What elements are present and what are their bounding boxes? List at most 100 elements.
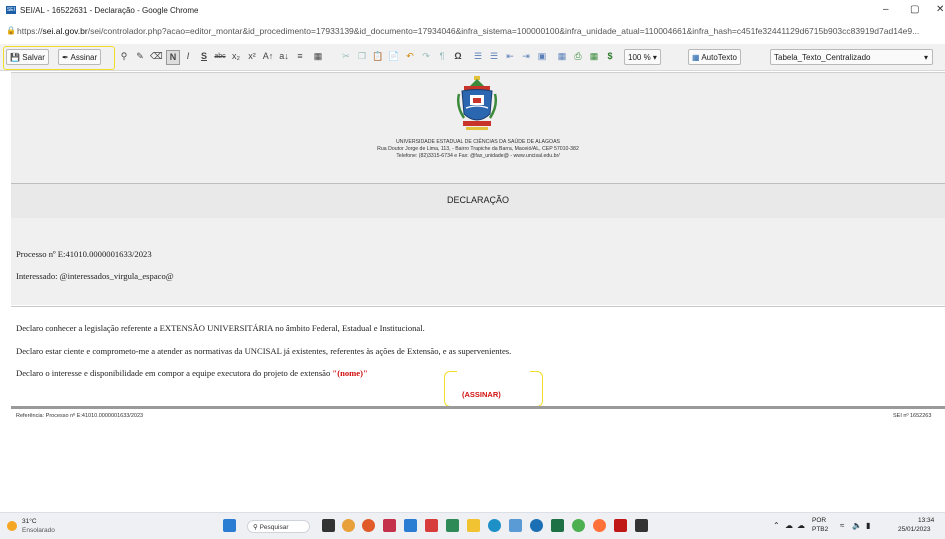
font-size-down-icon[interactable]: a↓ xyxy=(278,50,290,63)
autotext-button[interactable]: ▦ AutoTexto xyxy=(688,49,741,65)
italic-button[interactable]: I xyxy=(182,50,194,63)
toolbar-highlight xyxy=(3,46,115,70)
state-crest-icon xyxy=(456,76,498,130)
chrome-badge-icon[interactable] xyxy=(572,519,585,532)
body-line-2[interactable]: Declaro estar ciente e comprometo-me a a… xyxy=(16,346,511,356)
autotext-label: AutoTexto xyxy=(701,53,737,62)
firefox-icon[interactable] xyxy=(593,519,606,532)
outlook-icon[interactable] xyxy=(404,519,417,532)
color-icon[interactable]: ▦ xyxy=(312,50,324,63)
language-indicator[interactable]: POR xyxy=(812,517,826,524)
url-path: /sei/controlador.php?acao=editor_montar&… xyxy=(87,26,920,36)
process-number[interactable]: Processo nº E:41010.0000001633/2023 xyxy=(16,249,152,259)
image-icon[interactable]: ▣ xyxy=(536,50,548,63)
paste-icon[interactable]: 📋 xyxy=(372,50,384,63)
superscript-button[interactable]: x² xyxy=(246,50,258,63)
search-label: Pesquisar xyxy=(259,524,289,531)
body-line-3-text: Declaro o interesse e disponibilidade em… xyxy=(16,368,333,378)
app-icon[interactable] xyxy=(362,519,375,532)
address-bar[interactable]: 🔒 https://sei.al.gov.br/sei/controlador.… xyxy=(0,22,945,40)
paragraph-icon[interactable]: ¶ xyxy=(436,50,448,63)
teams-icon[interactable] xyxy=(509,519,522,532)
eraser-icon[interactable]: ⌫ xyxy=(150,50,163,63)
style-caret-icon: ▾ xyxy=(923,53,928,62)
style-value: Tabela_Texto_Centralizado xyxy=(774,53,871,62)
undo-icon[interactable]: ↶ xyxy=(404,50,416,63)
sei-favicon-icon: SEI xyxy=(6,6,16,14)
outdent-icon[interactable]: ⇤ xyxy=(504,50,516,63)
minimize-button[interactable]: – xyxy=(883,4,889,15)
restore-button[interactable]: ▢ xyxy=(910,4,919,15)
sign-placeholder[interactable]: (ASSINAR) xyxy=(462,390,501,399)
windows-start-icon[interactable] xyxy=(223,519,236,532)
body-line-1[interactable]: Declaro conhecer a legislação referente … xyxy=(16,323,425,333)
clock-time[interactable]: 13:34 xyxy=(918,517,934,524)
institution-phone: Telefone: (82)3315-6734 e Fax: @fax_unid… xyxy=(396,153,560,159)
indent-icon[interactable]: ⇥ xyxy=(520,50,532,63)
taskbar-search[interactable]: ⚲ Pesquisar xyxy=(247,520,310,533)
photos-icon[interactable] xyxy=(530,519,543,532)
numbered-list-icon[interactable]: ☰ xyxy=(472,50,484,63)
sign-bracket-right xyxy=(530,371,543,407)
autotext-icon: ▦ xyxy=(692,53,700,62)
bullet-list-icon[interactable]: ☰ xyxy=(488,50,500,63)
lock-icon[interactable]: 🔒 xyxy=(6,26,16,35)
underline-button[interactable]: S xyxy=(198,50,210,63)
font-size-up-icon[interactable]: A↑ xyxy=(262,50,274,63)
redo-icon[interactable]: ↷ xyxy=(420,50,432,63)
name-placeholder: (nome) xyxy=(337,368,363,378)
subscript-button[interactable]: x₂ xyxy=(230,50,242,63)
paste-text-icon[interactable]: 📄 xyxy=(388,50,400,63)
spellcheck-icon[interactable]: ▦ xyxy=(588,50,600,63)
cloud-icon[interactable]: ☁ xyxy=(785,521,793,530)
process-info-area[interactable] xyxy=(11,218,945,305)
weather-condition[interactable]: Ensolarado xyxy=(22,527,55,534)
table-icon[interactable]: ▦ xyxy=(556,50,568,63)
wifi-icon[interactable]: ≈ xyxy=(840,521,844,530)
dollar-icon[interactable]: $ xyxy=(604,50,616,63)
footer-reference: Referência: Processo nº E:41010.00000016… xyxy=(16,413,144,419)
excel-icon[interactable] xyxy=(551,519,564,532)
cut-icon[interactable]: ✂ xyxy=(340,50,352,63)
chrome-icon[interactable] xyxy=(342,519,355,532)
bold-button[interactable]: N xyxy=(166,50,180,65)
window-titlebar: SEI SEI/AL - 16522631 - Declaração - Goo… xyxy=(0,0,945,22)
weather-sun-icon[interactable] xyxy=(7,521,17,531)
folder-icon[interactable] xyxy=(467,519,480,532)
style-select[interactable]: Tabela_Texto_Centralizado ▾ xyxy=(770,49,933,65)
app-dark-icon[interactable] xyxy=(635,519,648,532)
volume-icon[interactable]: 🔈 xyxy=(852,521,862,530)
print-icon[interactable]: ⎙ xyxy=(572,50,584,63)
edge-icon[interactable] xyxy=(488,519,501,532)
zoom-select[interactable]: 100 % ▾ xyxy=(624,49,661,65)
battery-icon[interactable]: ▮ xyxy=(866,521,870,530)
align-icon[interactable]: ≡ xyxy=(294,50,306,63)
footer-divider xyxy=(11,406,945,409)
format-painter-icon[interactable]: ✎ xyxy=(134,50,146,63)
strike-button[interactable]: abc xyxy=(214,50,226,63)
chevron-up-icon[interactable]: ⌃ xyxy=(773,521,780,530)
interested-party[interactable]: Interessado: @interessados_virgula_espac… xyxy=(16,271,174,281)
zoom-value: 100 % xyxy=(628,53,651,62)
mail-icon[interactable] xyxy=(425,519,438,532)
special-char-button[interactable]: Ω xyxy=(452,50,464,63)
body-line-3[interactable]: Declaro o interesse e disponibilidade em… xyxy=(16,368,368,378)
chevron-down-icon: ▾ xyxy=(652,53,657,62)
keyboard-layout[interactable]: PTB2 xyxy=(812,526,828,533)
files-icon[interactable] xyxy=(446,519,459,532)
task-view-icon[interactable] xyxy=(322,519,335,532)
editor-toolbar: 💾 Salvar ✒ Assinar ⚲ ✎ ⌫ N I S abc x₂ x²… xyxy=(0,44,945,71)
url-host: sei.al.gov.br xyxy=(42,26,88,36)
footer-sei-number: SEI nº 1652263 xyxy=(893,413,932,419)
url-text[interactable]: https://sei.al.gov.br/sei/controlador.ph… xyxy=(17,26,919,36)
url-prefix: https:// xyxy=(17,26,43,36)
find-icon[interactable]: ⚲ xyxy=(118,50,130,63)
clock-date[interactable]: 25/01/2023 xyxy=(898,526,931,533)
powerpoint-icon[interactable] xyxy=(383,519,396,532)
copy-icon[interactable]: ❐ xyxy=(356,50,368,63)
institution-address: Rua Doutor Jorge de Lima, 113, - Bairro … xyxy=(377,146,579,152)
close-button[interactable]: ✕ xyxy=(936,4,944,15)
onedrive-icon[interactable]: ☁ xyxy=(797,521,805,530)
weather-temperature[interactable]: 31°C xyxy=(22,518,37,525)
mcafee-icon[interactable] xyxy=(614,519,627,532)
